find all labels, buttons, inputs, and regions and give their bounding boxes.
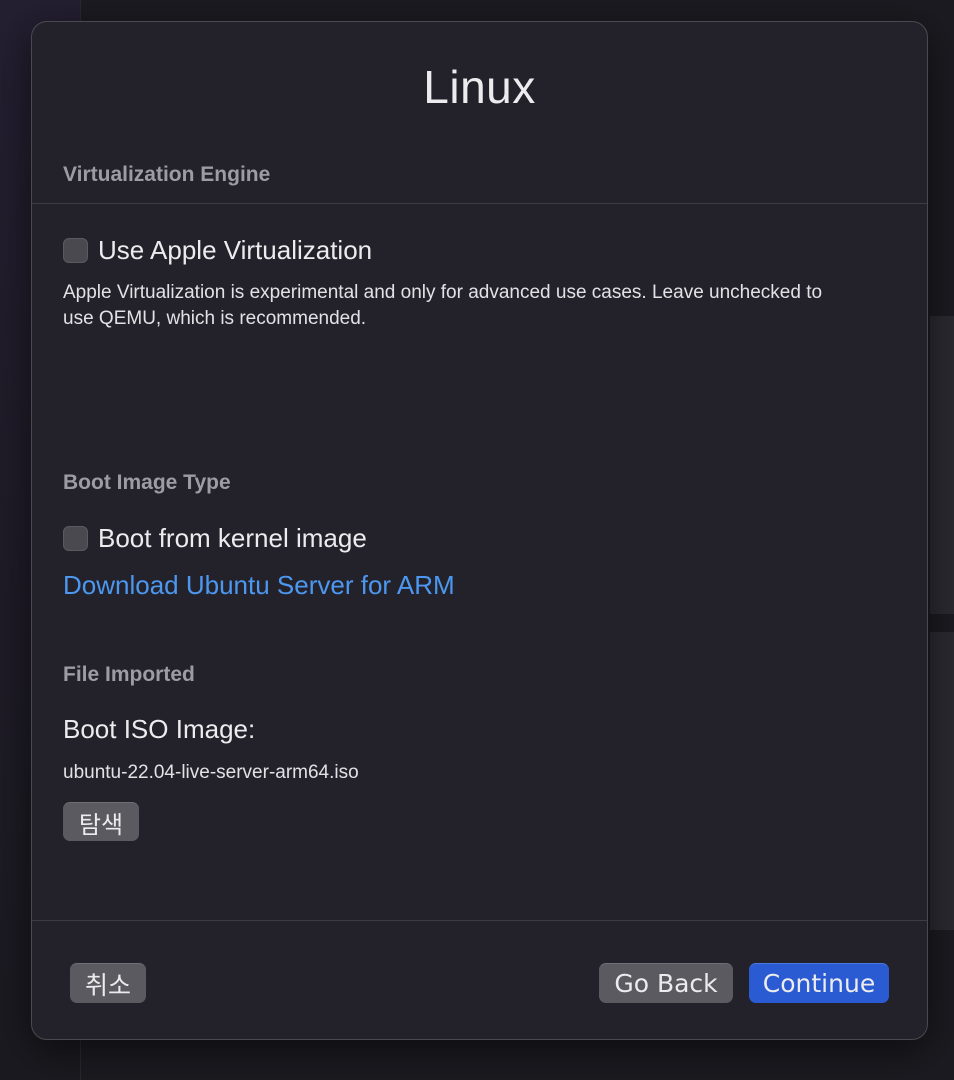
footer-divider	[32, 920, 927, 921]
kernel-image-checkbox[interactable]	[63, 526, 88, 551]
kernel-image-toggle[interactable]: Boot from kernel image	[63, 523, 367, 554]
new-vm-dialog: Linux Virtualization Engine Use Apple Vi…	[31, 21, 928, 1040]
header-divider	[32, 203, 927, 204]
continue-button[interactable]: Continue	[749, 963, 889, 1003]
background-card	[930, 316, 954, 614]
boot-image-type-header: Boot Image Type	[63, 471, 231, 494]
browse-button[interactable]: 탐색	[63, 802, 139, 841]
apple-virtualization-label: Use Apple Virtualization	[98, 235, 373, 265]
file-imported-header: File Imported	[63, 663, 195, 686]
download-ubuntu-link[interactable]: Download Ubuntu Server for ARM	[63, 570, 455, 601]
apple-virtualization-help: Apple Virtualization is experimental and…	[63, 282, 823, 329]
boot-iso-label: Boot ISO Image:	[63, 714, 256, 744]
apple-virtualization-toggle[interactable]: Use Apple Virtualization	[63, 235, 372, 266]
background-card	[930, 632, 954, 930]
dialog-title: Linux	[423, 61, 536, 113]
apple-virtualization-checkbox[interactable]	[63, 238, 88, 263]
iso-filename: ubuntu-22.04-live-server-arm64.iso	[63, 762, 359, 783]
go-back-button[interactable]: Go Back	[599, 963, 733, 1003]
virtualization-engine-header: Virtualization Engine	[63, 163, 271, 186]
cancel-button[interactable]: 취소	[70, 963, 146, 1003]
kernel-image-label: Boot from kernel image	[98, 523, 367, 553]
